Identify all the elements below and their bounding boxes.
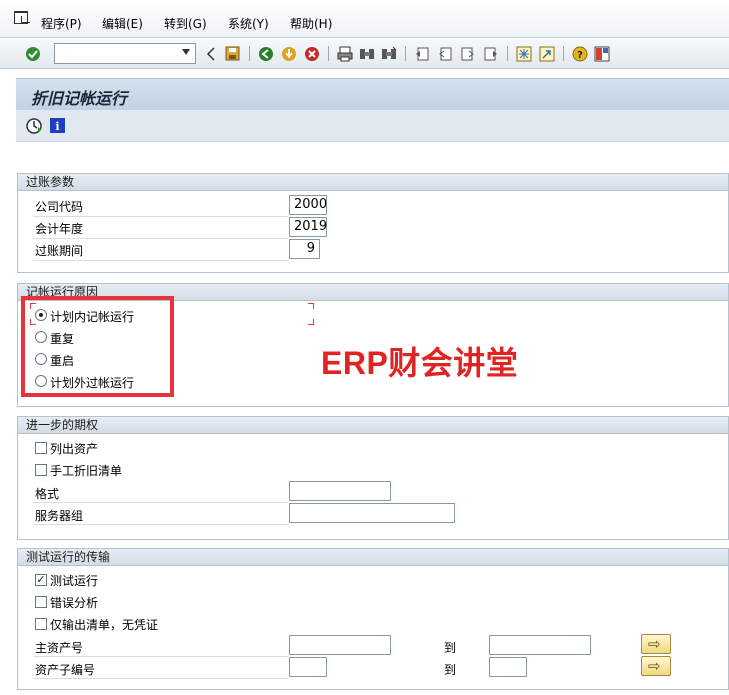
first-page-icon[interactable] xyxy=(413,45,430,62)
group-header: 测试运行的传输 xyxy=(18,549,728,566)
find-next-icon[interactable] xyxy=(380,45,397,62)
toolbar-separator xyxy=(507,46,508,61)
help-icon[interactable]: ? xyxy=(571,45,588,62)
exit-icon[interactable] xyxy=(280,45,297,62)
label-underline xyxy=(33,238,288,239)
label-underline xyxy=(33,656,288,657)
shortcut-icon[interactable] xyxy=(538,45,555,62)
test-run-label: 测试运行 xyxy=(50,574,99,588)
company-code-input[interactable]: 2000 xyxy=(289,195,327,215)
label-underline xyxy=(33,678,288,679)
cancel-icon[interactable] xyxy=(303,45,320,62)
output-list-only-checkbox[interactable] xyxy=(35,618,47,630)
menu-edit[interactable]: 编辑(E) xyxy=(102,15,143,32)
manual-depreciation-checkbox[interactable] xyxy=(35,464,47,476)
svg-text:?: ? xyxy=(577,50,583,61)
server-group-label: 服务器组 xyxy=(35,509,84,523)
prev-page-icon[interactable] xyxy=(436,45,453,62)
label-underline xyxy=(33,502,288,503)
menu-system[interactable]: 系统(Y) xyxy=(228,15,269,32)
watermark-text: ERP财会讲堂 xyxy=(321,345,519,381)
main-asset-multiple-selection-button[interactable] xyxy=(641,634,671,654)
menu-program[interactable]: 程序(P) xyxy=(41,15,82,32)
list-assets-label: 列出资产 xyxy=(50,442,99,456)
label-underline xyxy=(33,524,288,525)
menu-goto[interactable]: 转到(G) xyxy=(164,15,207,32)
execute-icon[interactable] xyxy=(25,117,42,134)
fiscal-year-input[interactable]: 2019 xyxy=(289,217,327,237)
toolbar-separator xyxy=(405,46,406,61)
group-header: 进一步的期权 xyxy=(18,417,728,434)
label-underline xyxy=(33,260,288,261)
output-list-only-label: 仅输出清单，无凭证 xyxy=(50,618,159,632)
last-page-icon[interactable] xyxy=(482,45,499,62)
check-icon[interactable] xyxy=(24,45,41,62)
sub-asset-to-input[interactable] xyxy=(489,657,527,677)
main-asset-from-input[interactable] xyxy=(289,635,391,655)
highlight-box xyxy=(21,296,174,397)
save-icon[interactable] xyxy=(224,45,241,62)
green-back-icon[interactable] xyxy=(257,45,274,62)
focus-corner-mark xyxy=(308,319,314,325)
menu-help[interactable]: 帮助(H) xyxy=(290,15,332,32)
dropdown-icon[interactable] xyxy=(182,49,190,55)
list-assets-checkbox[interactable] xyxy=(35,442,47,454)
main-asset-label: 主资产号 xyxy=(35,641,84,655)
new-session-icon[interactable] xyxy=(515,45,532,62)
test-run-checkbox[interactable]: ✓ xyxy=(35,574,47,586)
error-analysis-checkbox[interactable] xyxy=(35,596,47,608)
title-bar: 折旧记帐运行 xyxy=(16,78,729,110)
back-arrow-icon[interactable] xyxy=(202,45,219,62)
label-underline xyxy=(33,216,288,217)
posting-period-input[interactable]: 9 xyxy=(289,239,320,259)
main-asset-to-label: 到 xyxy=(444,641,457,655)
manual-depreciation-label: 手工折旧清单 xyxy=(50,464,123,478)
group-posting-params: 过账参数 xyxy=(17,173,729,273)
find-icon[interactable] xyxy=(358,45,375,62)
svg-text:i: i xyxy=(55,120,59,133)
next-page-icon[interactable] xyxy=(459,45,476,62)
info-icon[interactable]: i xyxy=(49,117,66,134)
menu-bar: 程序(P) 编辑(E) 转到(G) 系统(Y) 帮助(H) xyxy=(0,0,729,38)
group-header: 过账参数 xyxy=(18,174,728,191)
fiscal-year-label: 会计年度 xyxy=(35,222,84,236)
error-analysis-label: 错误分析 xyxy=(50,596,99,610)
standard-toolbar: ? xyxy=(0,38,729,69)
main-asset-to-input[interactable] xyxy=(489,635,591,655)
page-title: 折旧记帐运行 xyxy=(31,89,128,108)
posting-period-label: 过账期间 xyxy=(35,244,84,258)
format-input[interactable] xyxy=(289,481,391,501)
sub-asset-to-label: 到 xyxy=(444,663,457,677)
focus-corner-mark xyxy=(308,303,314,309)
command-field[interactable] xyxy=(54,43,196,64)
system-menu-icon[interactable] xyxy=(14,11,30,24)
server-group-input[interactable] xyxy=(289,503,455,523)
sub-asset-multiple-selection-button[interactable] xyxy=(641,656,671,676)
layout-icon[interactable] xyxy=(593,45,610,62)
toolbar-separator xyxy=(249,46,250,61)
toolbar-separator xyxy=(328,46,329,61)
print-icon[interactable] xyxy=(336,45,353,62)
format-label: 格式 xyxy=(35,487,60,501)
company-code-label: 公司代码 xyxy=(35,200,84,214)
sub-asset-from-input[interactable] xyxy=(289,657,327,677)
sub-asset-label: 资产子编号 xyxy=(35,663,96,677)
toolbar-separator xyxy=(563,46,564,61)
application-toolbar: i xyxy=(16,110,729,142)
